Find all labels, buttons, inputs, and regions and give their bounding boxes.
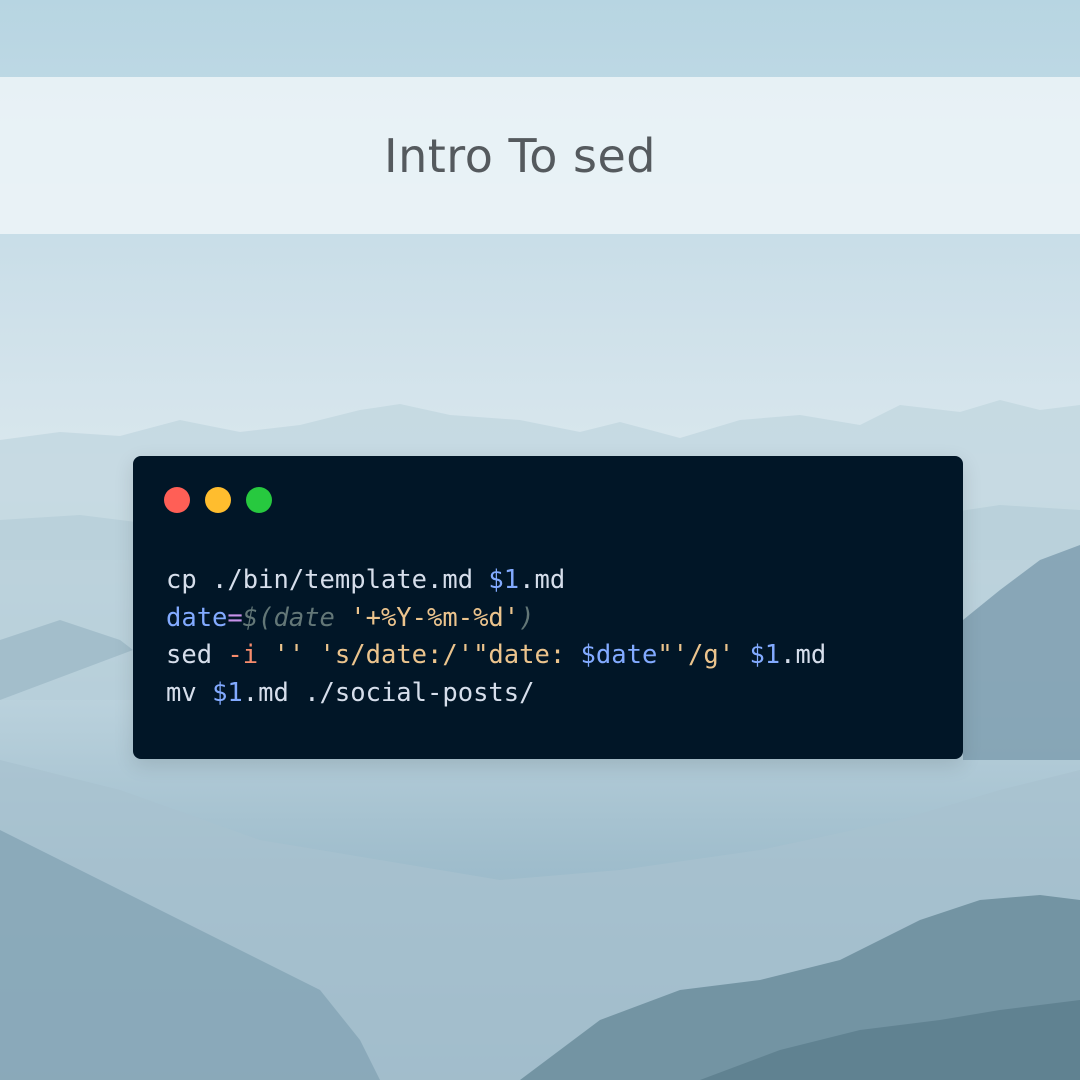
code-line: cp ./bin/template.md $1.md — [166, 562, 826, 600]
code-token: -i — [227, 640, 259, 670]
code-token: .md ./social-posts/ — [242, 677, 535, 708]
code-line: sed -i '' 's/date:/'"date: $date"'/g' $1… — [166, 637, 826, 675]
code-token: .md — [519, 565, 566, 595]
close-dot-icon — [164, 487, 190, 513]
code-token: $1 — [749, 640, 781, 670]
code-window: cp ./bin/template.md $1.md date=$(date '+… — [133, 456, 963, 759]
code-token: ) — [519, 602, 535, 633]
code-token: '+%Y-%m-%d' — [350, 602, 520, 633]
code-line: date=$(date '+%Y-%m-%d') — [166, 600, 826, 638]
code-token: .md — [780, 640, 827, 670]
code-token: $1 — [488, 565, 520, 595]
code-token: $(date — [242, 602, 351, 633]
code-token: sed — [166, 640, 228, 670]
page-title: Intro To sed — [384, 128, 656, 183]
code-token: mv — [166, 677, 213, 708]
code-line: mv $1.md ./social-posts/ — [166, 675, 826, 713]
code-token: '' 's/date:/'"date: — [273, 640, 581, 670]
window-controls — [164, 487, 272, 513]
code-token: "'/g' — [657, 640, 735, 670]
code-block: cp ./bin/template.md $1.md date=$(date '+… — [166, 562, 826, 712]
code-token: $date — [580, 640, 658, 670]
maximize-dot-icon — [246, 487, 272, 513]
minimize-dot-icon — [205, 487, 231, 513]
code-token: cp ./bin/template.md — [166, 565, 489, 595]
title-banner: Intro To sed — [0, 77, 1080, 234]
code-token: $1 — [212, 677, 243, 708]
code-token: date — [166, 602, 228, 633]
code-token: = — [227, 602, 243, 633]
